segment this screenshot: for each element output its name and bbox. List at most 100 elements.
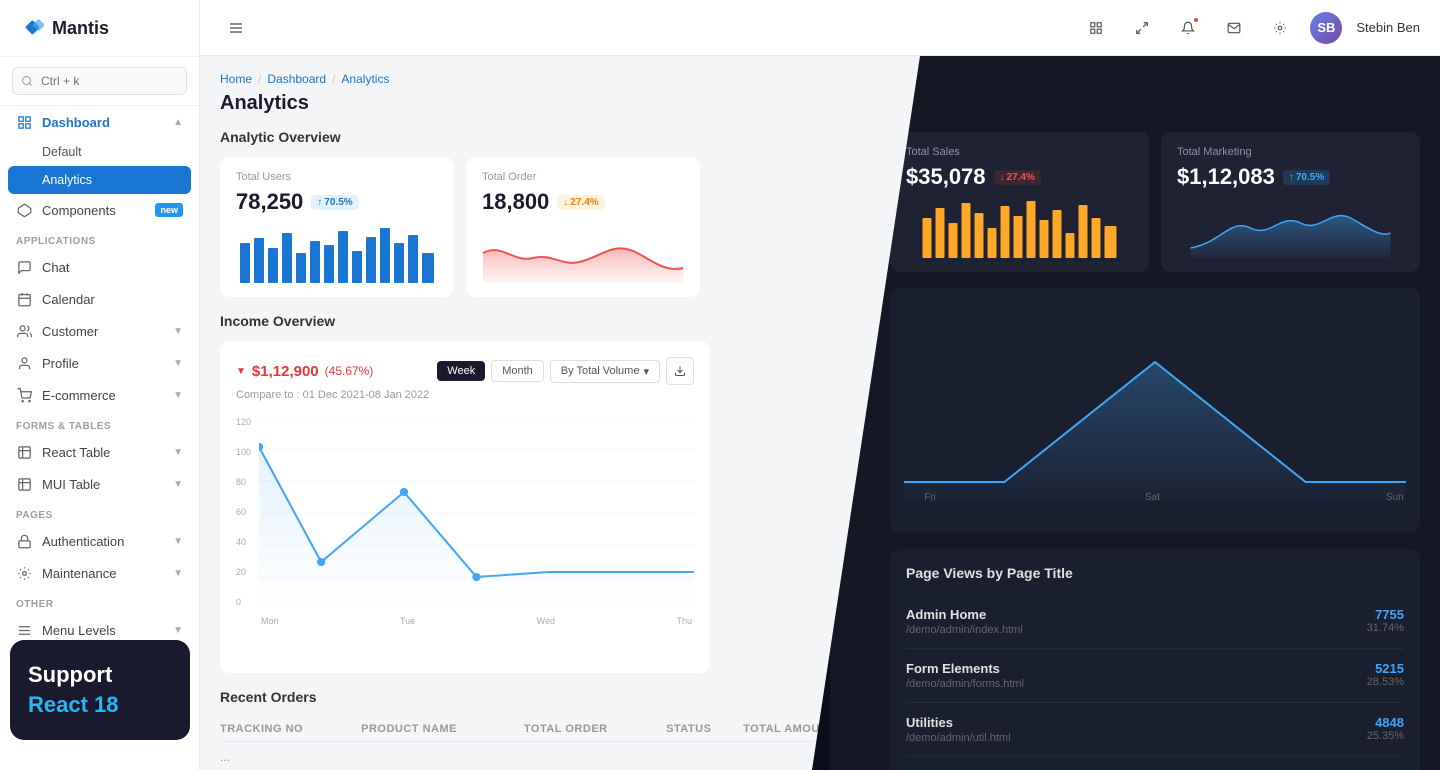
page-title: Analytics [220, 92, 900, 115]
nav-label-react-table: React Table [42, 445, 110, 460]
week-button[interactable]: Week [437, 361, 485, 381]
nav-item-chat[interactable]: Chat [0, 251, 199, 283]
svg-text:Sat: Sat [1145, 492, 1160, 502]
badge-users: ↑ 70.5% [311, 195, 358, 210]
section-applications: Applications [0, 226, 199, 251]
nav-item-mui-table[interactable]: MUI Table ▼ [0, 468, 199, 500]
month-button[interactable]: Month [491, 360, 544, 382]
notification-dot [1192, 16, 1200, 24]
notifications-button[interactable] [1172, 12, 1204, 44]
avatar: SB [1310, 12, 1342, 44]
breadcrumb-home[interactable]: Home [220, 72, 252, 86]
nav-label-profile: Profile [42, 356, 79, 371]
topbar: SB Stebin Ben [200, 0, 1440, 56]
support-popup[interactable]: Support React 18 [10, 640, 190, 740]
volume-select-button[interactable]: By Total Volume ▾ [550, 360, 660, 383]
pv-pct-2: 25.35% [1367, 730, 1404, 742]
badge-sales: ↓ 27.4% [994, 170, 1041, 185]
subnav-default[interactable]: Default [0, 138, 199, 166]
income-controls: Week Month By Total Volume ▾ [437, 357, 694, 385]
chevron-down-auth: ▼ [173, 536, 183, 547]
nav-item-customer[interactable]: Customer ▼ [0, 315, 199, 347]
settings-button[interactable] [1264, 12, 1296, 44]
topbar-left [220, 12, 252, 44]
nav-item-authentication[interactable]: Authentication ▼ [0, 525, 199, 557]
dropdown-arrow-icon: ▾ [643, 365, 649, 378]
support-popup-subtitle: React 18 [28, 692, 172, 718]
page-view-item-2: Utilities /demo/admin/util.html 4848 25.… [906, 703, 1404, 757]
svg-text:Fri: Fri [924, 492, 936, 502]
badge-marketing: ↑ 70.5% [1283, 170, 1330, 185]
chevron-down-mui-table: ▼ [173, 479, 183, 490]
subnav-analytics-label: Analytics [42, 173, 92, 187]
card-value-orders: 18,800 ↓ 27.4% [482, 189, 684, 215]
income-overview-title: Income Overview [220, 313, 900, 329]
income-pct: (45.67%) [325, 364, 374, 378]
pv-count-2: 4848 [1367, 715, 1404, 730]
subnav-analytics[interactable]: Analytics [8, 166, 191, 194]
nav-label-calendar: Calendar [42, 292, 95, 307]
nav-item-dashboard[interactable]: Dashboard ▲ [0, 106, 199, 138]
col-tracking: TRACKING NO [220, 717, 361, 742]
nav-label-customer: Customer [42, 324, 98, 339]
pv-name-2: Utilities [906, 715, 1011, 730]
income-dark-chart: Fri Sat Sun [890, 288, 1420, 533]
income-compare: Compare to : 01 Dec 2021-08 Jan 2022 [236, 389, 694, 401]
recent-orders-title: Recent Orders [220, 689, 900, 705]
analytic-overview-title: Analytic Overview [220, 129, 900, 145]
page-view-item-0: Admin Home /demo/admin/index.html 7755 3… [906, 595, 1404, 649]
marketing-chart [1177, 198, 1404, 263]
recent-orders-section: Recent Orders TRACKING NO PRODUCT NAME T… [220, 689, 900, 770]
customer-icon [16, 323, 32, 339]
card-label-users: Total Users [236, 171, 438, 183]
nav-item-components[interactable]: Components new [0, 194, 199, 226]
sidebar-logo: Mantis [0, 0, 199, 57]
orders-table: TRACKING NO PRODUCT NAME TOTAL ORDER STA… [220, 717, 900, 770]
section-pages: Pages [0, 500, 199, 525]
nav-label-components: Components [42, 203, 116, 218]
nav-item-react-table[interactable]: React Table ▼ [0, 436, 199, 468]
section-other: Other [0, 589, 199, 614]
menu-levels-icon [16, 622, 32, 638]
breadcrumb: Home / Dashboard / Analytics [220, 72, 900, 86]
subnav-default-label: Default [42, 145, 82, 159]
nav-item-calendar[interactable]: Calendar [0, 283, 199, 315]
page-views-title: Page Views by Page Title [906, 565, 1404, 581]
chevron-down-react-table: ▼ [173, 447, 183, 458]
sidebar: Mantis Dashboard ▲ Default Analytics Com… [0, 0, 200, 770]
card-value-users: 78,250 ↑ 70.5% [236, 189, 438, 215]
user-name: Stebin Ben [1356, 20, 1420, 35]
nav-label-mui-table: MUI Table [42, 477, 100, 492]
pv-count-0: 7755 [1367, 607, 1404, 622]
grid-view-button[interactable] [1080, 12, 1112, 44]
components-icon [16, 202, 32, 218]
maintenance-icon [16, 565, 32, 581]
dashboard-icon [16, 114, 32, 130]
messages-button[interactable] [1218, 12, 1250, 44]
nav-item-maintenance[interactable]: Maintenance ▼ [0, 557, 199, 589]
nav-label-auth: Authentication [42, 534, 124, 549]
card-value-sales: $35,078 ↓ 27.4% [906, 164, 1133, 190]
chevron-down-profile: ▼ [173, 358, 183, 369]
fullscreen-button[interactable] [1126, 12, 1158, 44]
col-total-order: TOTAL ORDER [524, 717, 666, 742]
stat-card-marketing: Total Marketing $1,12,083 ↑ 70.5% [1161, 132, 1420, 272]
ecommerce-icon [16, 387, 32, 403]
support-popup-title: Support [28, 662, 172, 688]
income-arrow-icon: ▼ [236, 366, 246, 377]
calendar-icon [16, 291, 32, 307]
chevron-down-maintenance: ▼ [173, 568, 183, 579]
auth-icon [16, 533, 32, 549]
pv-url-2: /demo/admin/util.html [906, 732, 1011, 744]
search-input[interactable] [12, 67, 187, 95]
pv-name-0: Admin Home [906, 607, 1023, 622]
nav-item-ecommerce[interactable]: E-commerce ▼ [0, 379, 199, 411]
nav-item-profile[interactable]: Profile ▼ [0, 347, 199, 379]
page-view-item-1: Form Elements /demo/admin/forms.html 521… [906, 649, 1404, 703]
chevron-down-menu: ▼ [173, 625, 183, 636]
download-button[interactable] [666, 357, 694, 385]
menu-toggle-button[interactable] [220, 12, 252, 44]
breadcrumb-dashboard[interactable]: Dashboard [267, 72, 326, 86]
new-badge: new [155, 203, 183, 217]
chevron-down-ecommerce: ▼ [173, 390, 183, 401]
